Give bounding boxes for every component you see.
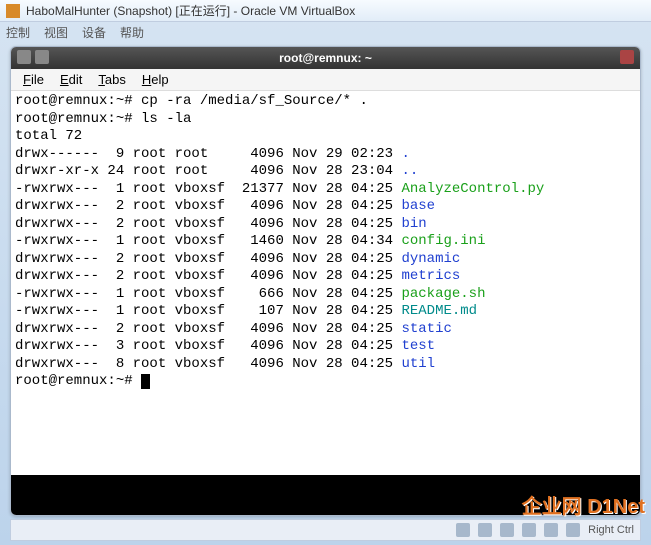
minimize-button[interactable]: [17, 50, 31, 64]
host-window-titlebar: HaboMalHunter (Snapshot) [正在运行] - Oracle…: [0, 0, 651, 22]
close-button[interactable]: [620, 50, 634, 64]
status-display-icon[interactable]: [544, 523, 558, 537]
status-capture-icon[interactable]: [566, 523, 580, 537]
host-window-title: HaboMalHunter (Snapshot) [正在运行] - Oracle…: [26, 2, 355, 19]
terminal-titlebar[interactable]: root@remnux: ~: [11, 47, 640, 69]
status-hdd-icon[interactable]: [456, 523, 470, 537]
host-statusbar: Right Ctrl: [10, 519, 641, 541]
guest-terminal-window: root@remnux: ~ File Edit Tabs Help root@…: [10, 46, 641, 516]
terminal-bottom-strip: [11, 475, 640, 515]
terminal-title: root@remnux: ~: [279, 51, 372, 65]
terminal-menubar: File Edit Tabs Help: [11, 69, 640, 91]
host-menu-view[interactable]: 视图: [44, 24, 68, 41]
host-menu-control[interactable]: 控制: [6, 24, 30, 41]
host-menu-devices[interactable]: 设备: [82, 24, 106, 41]
status-net-icon[interactable]: [478, 523, 492, 537]
menu-tabs[interactable]: Tabs: [92, 70, 131, 89]
maximize-button[interactable]: [35, 50, 49, 64]
status-shared-icon[interactable]: [522, 523, 536, 537]
host-menubar: 控制 视图 设备 帮助: [0, 22, 651, 42]
host-menu-help[interactable]: 帮助: [120, 24, 144, 41]
status-usb-icon[interactable]: [500, 523, 514, 537]
menu-file[interactable]: File: [17, 70, 50, 89]
menu-help[interactable]: Help: [136, 70, 175, 89]
host-key-label: Right Ctrl: [588, 524, 634, 536]
virtualbox-icon: [6, 4, 20, 18]
terminal-body[interactable]: root@remnux:~# cp -ra /media/sf_Source/*…: [11, 91, 640, 475]
menu-edit[interactable]: Edit: [54, 70, 88, 89]
